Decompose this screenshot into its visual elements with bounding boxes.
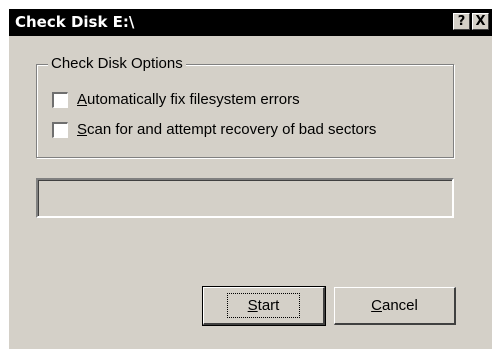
start-mnemonic: S: [247, 297, 258, 314]
progress-bar: [36, 178, 454, 218]
title-bar[interactable]: Check Disk E:\ ? X: [9, 9, 492, 36]
window-title: Check Disk E:\: [15, 13, 135, 31]
auto-fix-checkbox[interactable]: [52, 92, 68, 108]
auto-fix-label-text: utomatically fix filesystem errors: [87, 91, 300, 108]
auto-fix-label[interactable]: Automatically fix filesystem errors: [77, 91, 300, 109]
start-button[interactable]: Start: [202, 286, 326, 326]
scan-mnemonic: S: [77, 121, 88, 138]
scan-bad-sectors-label[interactable]: Scan for and attempt recovery of bad sec…: [77, 121, 376, 139]
cancel-label: ancel: [381, 297, 418, 314]
cancel-mnemonic: C: [371, 297, 382, 314]
start-label: tart: [257, 297, 280, 314]
cancel-button[interactable]: Cancel: [334, 287, 456, 325]
check-disk-options-group: [36, 64, 454, 158]
start-button-focus: Start: [226, 293, 301, 318]
option-scan-bad-sectors[interactable]: Scan for and attempt recovery of bad sec…: [52, 121, 376, 139]
scan-label-text: can for and attempt recovery of bad sect…: [87, 121, 377, 138]
auto-fix-mnemonic: A: [77, 91, 88, 108]
close-icon: X: [475, 14, 486, 29]
close-button[interactable]: X: [472, 13, 489, 30]
scan-bad-sectors-checkbox[interactable]: [52, 122, 68, 138]
group-label: Check Disk Options: [48, 56, 186, 72]
help-button[interactable]: ?: [453, 13, 470, 30]
cancel-label-wrap: Cancel: [371, 297, 418, 314]
help-icon: ?: [457, 14, 466, 29]
option-auto-fix[interactable]: Automatically fix filesystem errors: [52, 91, 300, 109]
